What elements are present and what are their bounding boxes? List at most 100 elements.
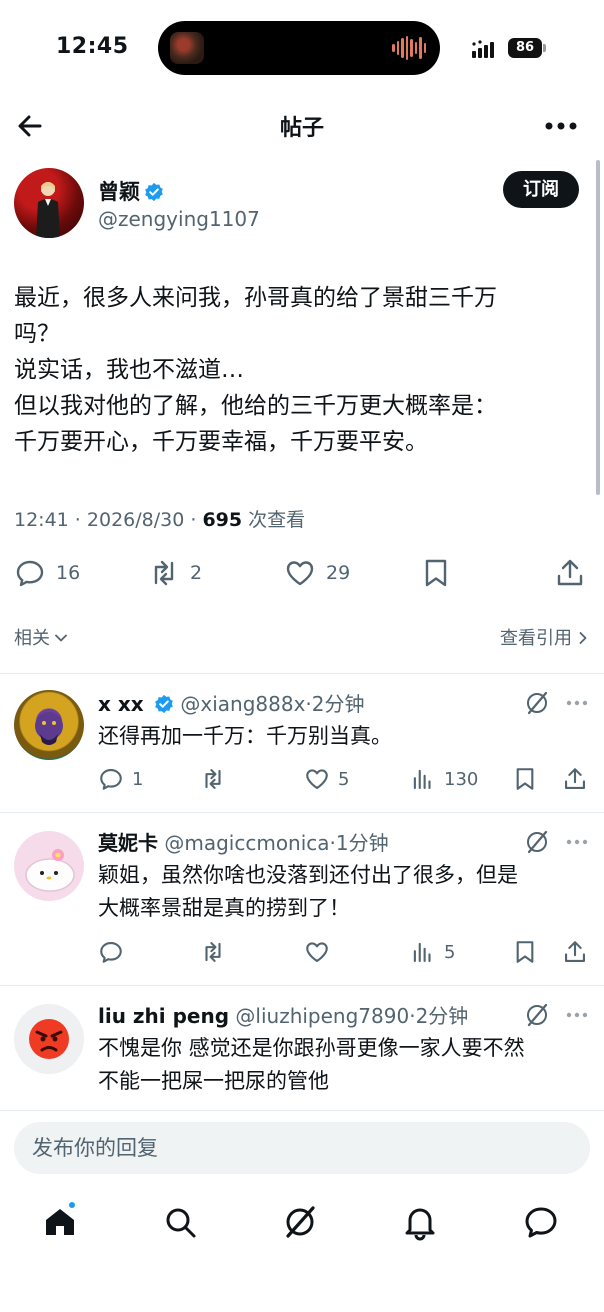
tab-notifications[interactable]	[400, 1202, 440, 1242]
repost-count: 2	[190, 562, 203, 584]
bookmark-button[interactable]	[420, 556, 452, 590]
more-icon[interactable]	[544, 120, 578, 132]
related-row: 相关 查看引用	[14, 620, 590, 652]
repost-button[interactable]: 2	[148, 556, 202, 590]
reply-author-name[interactable]: 莫妮卡	[98, 831, 158, 855]
views-button[interactable]: 130	[410, 764, 478, 794]
search-icon	[166, 1208, 196, 1238]
scrollbar-thumb[interactable]	[596, 160, 600, 495]
repost-button[interactable]	[200, 764, 226, 794]
reply-item[interactable]: liu zhi peng @liuzhipeng7890·2分钟 不愧是你 感觉…	[0, 986, 604, 1110]
bookmark-button[interactable]	[512, 764, 538, 794]
related-dropdown[interactable]: 相关	[14, 624, 68, 650]
post-line: 但以我对他的了解，他给的三千万更大概率是：	[14, 393, 497, 419]
bookmark-icon	[516, 941, 534, 963]
reply-author-name[interactable]: x xx	[98, 692, 144, 716]
tab-messages[interactable]	[521, 1202, 561, 1242]
tab-search[interactable]	[160, 1202, 200, 1242]
reply-button[interactable]: 1	[98, 764, 143, 794]
verified-badge-icon	[155, 694, 173, 714]
author-avatar[interactable]	[14, 168, 84, 238]
reply-avatar[interactable]	[14, 690, 84, 760]
grok-icon[interactable]	[524, 690, 550, 716]
author-name-row[interactable]: 曾颖	[98, 176, 164, 206]
share-button[interactable]	[562, 937, 588, 967]
reply-button[interactable]: 16	[14, 556, 80, 590]
views-button[interactable]: 5	[410, 937, 455, 967]
reply-body: 还得再加一千万：千万别当真。	[98, 720, 590, 753]
reply-count: 16	[56, 562, 81, 584]
author-name[interactable]: 曾颖	[98, 180, 140, 204]
audio-wave-icon	[392, 35, 426, 61]
dynamic-island[interactable]	[158, 21, 440, 75]
post-line: 说实话，我也不滋道…	[14, 357, 244, 383]
share-button[interactable]	[554, 556, 586, 590]
reply-author-name[interactable]: liu zhi peng	[98, 1004, 229, 1028]
reply-time: 2分钟	[311, 692, 365, 716]
post-body: 最近，很多人来问我，孙哥真的给了景甜三千万 吗？ 说实话，我也不滋道… 但以我对…	[14, 280, 594, 460]
reply-line: 不能一把屎一把尿的管他	[98, 1069, 329, 1093]
top-nav: 帖子	[0, 96, 604, 156]
reply-item[interactable]: 莫妮卡 @magiccmonica·1分钟 颖姐，虽然你啥也没落到还付出了很多，…	[0, 813, 604, 985]
verified-badge-icon	[145, 182, 163, 202]
like-count: 5	[338, 768, 350, 790]
reply-line: 颖姐，虽然你啥也没落到还付出了很多，但是	[98, 863, 518, 887]
reply-header: liu zhi peng @liuzhipeng7890·2分钟	[98, 1000, 468, 1029]
status-bar: 12:45 86	[0, 0, 604, 96]
tab-grok[interactable]	[280, 1202, 320, 1242]
like-button[interactable]: 29	[284, 556, 350, 590]
reply-item[interactable]: x xx @xiang888x·2分钟 还得再加一千万：千万别当真。 1 5 1…	[0, 674, 604, 812]
bookmark-button[interactable]	[512, 937, 538, 967]
reply-compose-input[interactable]: 发布你的回复	[14, 1122, 590, 1174]
post-line: 吗？	[14, 321, 60, 347]
reply-author-handle[interactable]: @magiccmonica	[164, 831, 329, 855]
repost-icon	[205, 942, 221, 962]
reply-author-handle[interactable]: @liuzhipeng7890	[235, 1004, 409, 1028]
avatar-person-figure	[36, 182, 60, 238]
reply-button[interactable]	[98, 937, 124, 967]
now-playing-artwork	[170, 32, 204, 64]
more-icon[interactable]	[566, 699, 588, 707]
repost-icon	[154, 560, 174, 586]
view-count: 130	[444, 768, 479, 790]
reply-body: 颖姐，虽然你啥也没落到还付出了很多，但是 大概率景甜是真的捞到了！	[98, 859, 590, 925]
like-button[interactable]: 5	[304, 764, 349, 794]
reply-count: 1	[132, 768, 144, 790]
battery-level: 86	[508, 38, 542, 58]
cellular-signal-icon	[472, 40, 494, 58]
more-icon[interactable]	[566, 838, 588, 846]
bookmark-icon	[425, 559, 447, 587]
view-count: 5	[444, 941, 456, 963]
author-handle[interactable]: @zengying1107	[98, 207, 260, 231]
view-quotes-link[interactable]: 查看引用	[500, 624, 590, 650]
like-icon	[306, 942, 328, 962]
share-button[interactable]	[562, 764, 588, 794]
reply-line: 不愧是你 感觉还是你跟孙哥更像一家人要不然	[98, 1036, 525, 1060]
chevron-down-icon	[55, 634, 67, 642]
battery-tip	[543, 44, 546, 52]
reply-avatar[interactable]	[14, 831, 84, 901]
views-icon	[413, 942, 431, 962]
grok-tab-icon	[286, 1206, 315, 1238]
reply-body: 不愧是你 感觉还是你跟孙哥更像一家人要不然 不能一把屎一把尿的管他	[98, 1032, 590, 1098]
view-quotes-label: 查看引用	[500, 628, 572, 649]
repost-icon	[205, 769, 221, 789]
reply-icon	[16, 560, 44, 587]
like-button[interactable]	[304, 937, 330, 967]
more-icon[interactable]	[566, 1011, 588, 1019]
post-line: 千万要开心，千万要幸福，千万要平安。	[14, 429, 428, 455]
status-time: 12:45	[56, 34, 129, 59]
reply-avatar[interactable]	[14, 1004, 84, 1074]
subscribe-button[interactable]: 订阅	[503, 171, 579, 208]
bottom-tab-bar	[0, 1196, 604, 1252]
repost-button[interactable]	[200, 937, 226, 967]
grok-icon[interactable]	[524, 829, 550, 855]
post-date: 2026/8/30	[86, 509, 185, 531]
post-views-label[interactable]: 次查看	[248, 509, 305, 531]
reply-actions: 1 5 130	[98, 764, 590, 794]
reply-author-handle[interactable]: @xiang888x	[180, 692, 305, 716]
reply-time: 1分钟	[335, 831, 389, 855]
grok-icon[interactable]	[524, 1002, 550, 1028]
reply-time: 2分钟	[415, 1004, 469, 1028]
avatar-illustration	[25, 849, 75, 892]
